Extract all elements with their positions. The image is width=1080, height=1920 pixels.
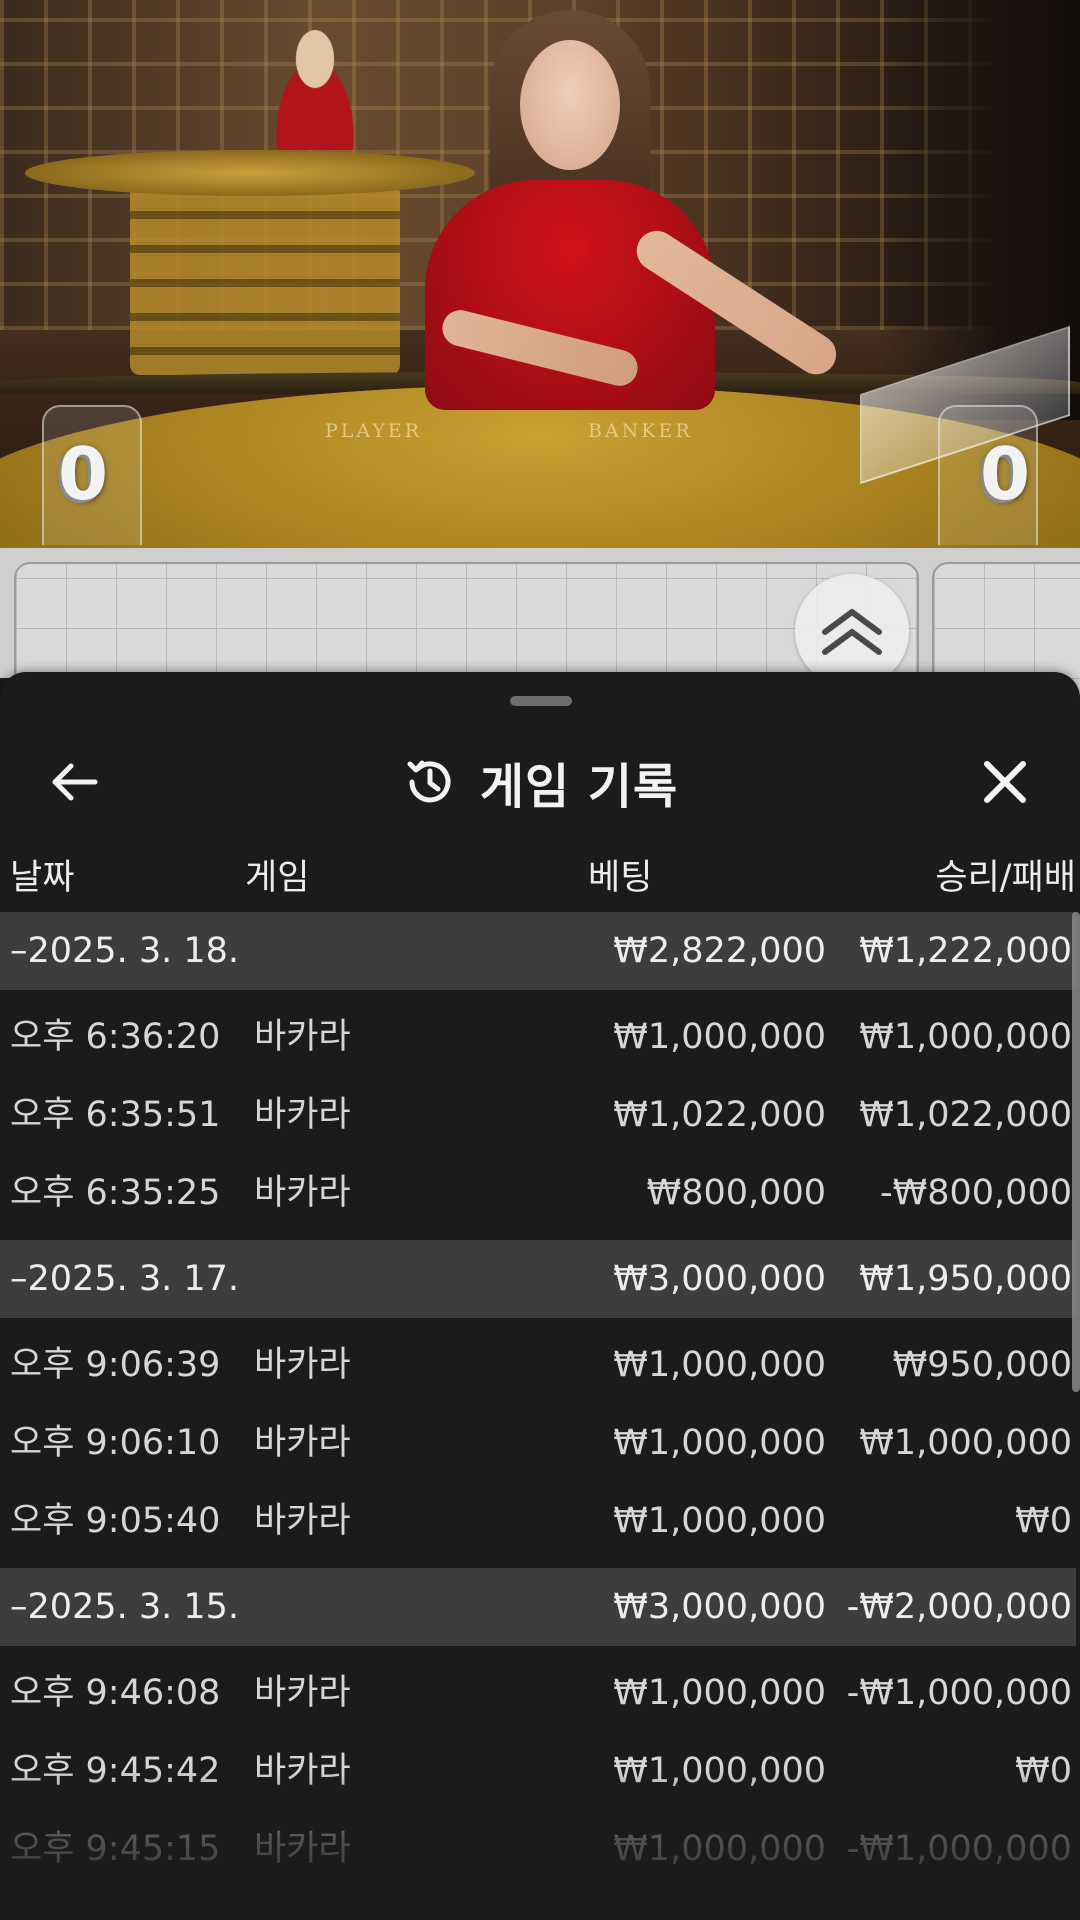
group-bet-total: ₩2,822,000 (613, 931, 826, 971)
banker-score: 0 (980, 432, 1031, 516)
history-row[interactable]: 오후 6:35:51 바카라 ₩1,022,000 ₩1,022,000 (0, 1076, 1076, 1154)
row-time: 오후 9:45:42 (10, 1751, 221, 1791)
history-row[interactable]: 오후 6:35:25 바카라 ₩800,000 -₩800,000 (0, 1154, 1076, 1232)
row-result: -₩1,000,000 (846, 1673, 1072, 1713)
player-score: 0 (58, 432, 109, 516)
row-game: 바카라 (254, 1501, 351, 1541)
date-group-row[interactable]: –2025. 3. 18. ₩2,822,000 ₩1,222,000 (0, 912, 1076, 990)
history-scrollbar[interactable] (1072, 912, 1080, 1392)
close-button[interactable] (975, 752, 1035, 812)
history-row[interactable]: 오후 6:36:20 바카라 ₩1,000,000 ₩1,000,000 (0, 998, 1076, 1076)
history-icon (407, 760, 451, 803)
row-bet: ₩1,000,000 (613, 1829, 826, 1869)
column-header-date: 날짜 (10, 858, 75, 898)
history-row[interactable]: 오후 9:46:08 바카라 ₩1,000,000 -₩1,000,000 (0, 1654, 1076, 1732)
column-header-bet: 베팅 (588, 858, 653, 898)
group-result-total: -₩2,000,000 (846, 1587, 1072, 1627)
chevron-double-up-icon (822, 609, 882, 655)
background-table (25, 150, 475, 196)
row-bet: ₩1,000,000 (613, 1017, 826, 1057)
history-row[interactable]: 오후 9:06:10 바카라 ₩1,000,000 ₩1,000,000 (0, 1404, 1076, 1482)
group-result-total: ₩1,950,000 (859, 1259, 1072, 1299)
row-game: 바카라 (254, 1673, 351, 1713)
group-date: –2025. 3. 15. (10, 1587, 240, 1627)
row-time: 오후 9:45:15 (10, 1829, 221, 1869)
close-icon (984, 761, 1026, 803)
history-list[interactable]: –2025. 3. 18. ₩2,822,000 ₩1,222,000 오후 6… (0, 912, 1076, 1888)
history-row[interactable]: 오후 9:06:39 바카라 ₩1,000,000 ₩950,000 (0, 1326, 1076, 1404)
row-game: 바카라 (254, 1095, 351, 1135)
group-bet-total: ₩3,000,000 (613, 1587, 826, 1627)
row-game: 바카라 (254, 1829, 351, 1869)
row-game: 바카라 (254, 1751, 351, 1791)
live-video-stream: PLAYER BANKER 0 0 (0, 0, 1080, 548)
row-bet: ₩1,000,000 (613, 1501, 826, 1541)
row-bet: ₩800,000 (646, 1173, 826, 1213)
row-result: ₩950,000 (892, 1345, 1072, 1385)
row-game: 바카라 (254, 1345, 351, 1385)
column-header-result: 승리/패배 (935, 858, 1076, 898)
sheet-header: 게임 기록 (0, 722, 1080, 842)
row-result: -₩1,000,000 (846, 1829, 1072, 1869)
row-game: 바카라 (254, 1423, 351, 1463)
row-result: ₩0 (1015, 1751, 1072, 1791)
row-bet: ₩1,000,000 (613, 1673, 826, 1713)
date-group-row[interactable]: –2025. 3. 15. ₩3,000,000 -₩2,000,000 (0, 1568, 1076, 1646)
row-time: 오후 6:36:20 (10, 1017, 221, 1057)
history-row[interactable]: 오후 9:45:15 바카라 ₩1,000,000 -₩1,000,000 (0, 1810, 1076, 1888)
row-bet: ₩1,022,000 (613, 1095, 826, 1135)
group-date: –2025. 3. 18. (10, 931, 240, 971)
row-bet: ₩1,000,000 (613, 1751, 826, 1791)
group-bet-total: ₩3,000,000 (613, 1259, 826, 1299)
group-result-total: ₩1,222,000 (859, 931, 1072, 971)
row-result: ₩1,000,000 (859, 1017, 1072, 1057)
row-game: 바카라 (254, 1173, 351, 1213)
row-game: 바카라 (254, 1017, 351, 1057)
roadmap-strip (0, 548, 1080, 702)
history-row[interactable]: 오후 9:45:42 바카라 ₩1,000,000 ₩0 (0, 1732, 1076, 1810)
row-time: 오후 6:35:51 (10, 1095, 221, 1135)
history-row[interactable]: 오후 9:05:40 바카라 ₩1,000,000 ₩0 (0, 1482, 1076, 1560)
row-time: 오후 9:46:08 (10, 1673, 221, 1713)
expand-roadmap-button[interactable] (795, 574, 909, 688)
background-dealer (255, 20, 375, 150)
row-time: 오후 9:05:40 (10, 1501, 221, 1541)
date-group-row[interactable]: –2025. 3. 17. ₩3,000,000 ₩1,950,000 (0, 1240, 1076, 1318)
column-header-game: 게임 (245, 858, 310, 898)
row-result: ₩1,022,000 (859, 1095, 1072, 1135)
sheet-title-group: 게임 기록 (0, 744, 1080, 820)
felt-banker-label: BANKER (588, 420, 693, 442)
row-bet: ₩1,000,000 (613, 1423, 826, 1463)
row-time: 오후 9:06:39 (10, 1345, 221, 1385)
game-history-sheet: 게임 기록 날짜 게임 베팅 승리/패배 –2025. 3. 18. ₩2,82… (0, 672, 1080, 1920)
sheet-drag-handle[interactable] (510, 696, 572, 706)
row-time: 오후 6:35:25 (10, 1173, 221, 1213)
sheet-title: 게임 기록 (479, 759, 679, 815)
row-result: ₩1,000,000 (859, 1423, 1072, 1463)
row-time: 오후 9:06:10 (10, 1423, 221, 1463)
group-date: –2025. 3. 17. (10, 1259, 240, 1299)
row-result: -₩800,000 (880, 1173, 1072, 1213)
row-bet: ₩1,000,000 (613, 1345, 826, 1385)
background-table-pedestal (130, 185, 400, 375)
row-result: ₩0 (1015, 1501, 1072, 1541)
felt-player-label: PLAYER (325, 420, 423, 442)
